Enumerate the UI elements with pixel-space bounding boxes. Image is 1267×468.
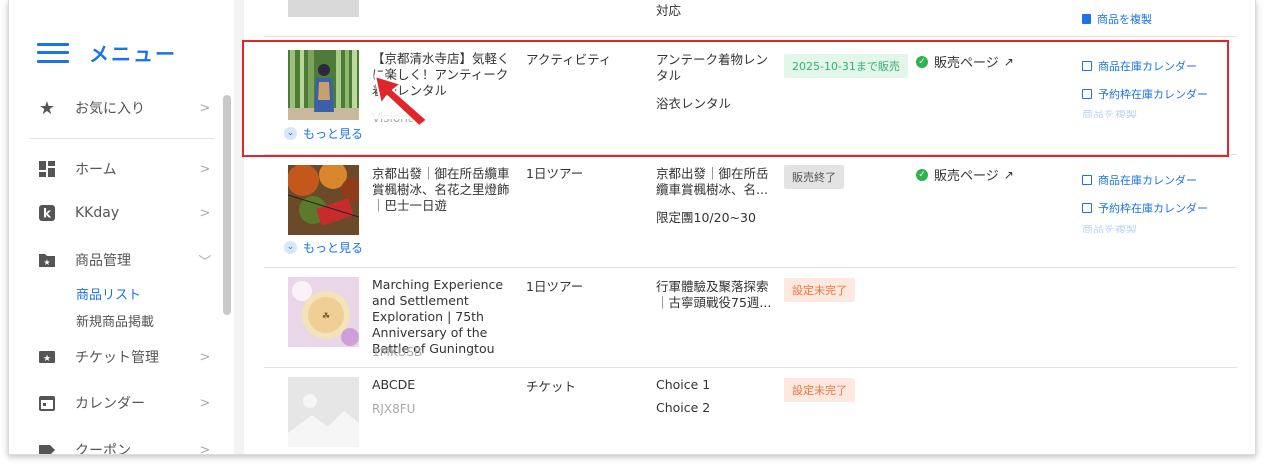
sidebar-item-label: お気に入り [75, 101, 145, 117]
table-row: ☘ Marching Experience and Settlement Exp… [264, 268, 1237, 368]
sidebar-item-ticket-management[interactable]: ★ チケット管理 > [37, 342, 212, 372]
duplicate-product-link[interactable]: 商品を複製 [1082, 11, 1152, 27]
plan-name: Choice 2 [656, 400, 711, 415]
menu-header[interactable]: メニュー [37, 38, 177, 67]
product-icon: ★ [37, 250, 57, 270]
ticket-icon: ★ [37, 347, 57, 367]
text-fade [364, 217, 514, 229]
table-row: 京都出發｜御在所岳纜車賞楓樹冰、名花之里燈飾｜巴士一日遊 1日ツアー 京都出發｜… [264, 155, 1237, 268]
chevron-right-icon: > [199, 161, 211, 177]
menu-title: メニュー [89, 42, 177, 66]
status-badge: 設定未完了 [784, 278, 855, 302]
svg-text:★: ★ [43, 354, 51, 364]
star-icon: ★ [38, 97, 56, 119]
category-cell: チケット [526, 379, 577, 394]
chevron-right-icon: > [199, 205, 211, 221]
sidebar-item-label: クーポン [75, 443, 131, 455]
svg-text:k: k [43, 207, 52, 221]
dashboard-icon [37, 159, 57, 179]
external-link-icon [1082, 175, 1092, 185]
external-link-icon [1082, 203, 1092, 213]
plan-name: 京都出發｜御在所岳纜車賞楓樹冰、名... [656, 166, 769, 197]
product-code: RJX8FU [372, 402, 416, 416]
show-more-button[interactable]: ⌄ もっと見る [284, 239, 363, 256]
sidebar-item-label: チケット管理 [75, 350, 159, 366]
reservation-stock-calendar-link[interactable]: 予約枠在庫カレンダー [1082, 200, 1208, 216]
status-badge: 販売終了 [784, 165, 844, 189]
category-cell: 1日ツアー [526, 279, 584, 294]
app-window: メニュー ★ お気に入り > ホーム > k KKday > ★ 商品管理 ﹀ … [8, 0, 1256, 455]
sidebar-item-coupon[interactable]: クーポン > [37, 435, 212, 455]
chevron-down-icon: ﹀ [198, 254, 212, 270]
sidebar-item-kkday[interactable]: k KKday > [37, 198, 212, 228]
sales-page-link[interactable]: ✓ 販売ページ ↗ [916, 165, 1014, 184]
kkday-logo-icon: k [37, 203, 57, 223]
sidebar-item-label: ホーム [75, 162, 117, 178]
category-cell: 1日ツアー [526, 166, 584, 181]
product-stock-calendar-link[interactable]: 商品在庫カレンダー [1082, 172, 1197, 188]
sidebar-item-label: カレンダー [75, 396, 145, 412]
sidebar-item-product-management[interactable]: ★ 商品管理 ﹀ [37, 245, 212, 275]
svg-text:☘: ☘ [322, 312, 330, 322]
sidebar-item-label: KKday [75, 205, 120, 221]
coupon-icon [37, 440, 57, 454]
check-circle-icon: ✓ [916, 168, 928, 181]
product-thumbnail[interactable]: ☘ [288, 277, 359, 347]
plan-name: 限定團10/20~30 [656, 210, 756, 225]
product-name[interactable]: 京都出發｜御在所岳纜車賞楓樹冰、名花之里燈飾｜巴士一日遊 [372, 166, 512, 214]
sidebar: メニュー ★ お気に入り > ホーム > k KKday > ★ 商品管理 ﹀ … [9, 0, 234, 455]
sidebar-item-home[interactable]: ホーム > [37, 154, 212, 184]
table-row: ABCDE RJX8FU チケット Choice 1 Choice 2 設定未完… [264, 368, 1237, 454]
divider [29, 138, 214, 139]
product-code: 1MKUSB [372, 345, 423, 359]
duplicate-product-link[interactable]: 商品を複製 [1082, 225, 1137, 233]
plan-name: 行軍體驗及聚落探索｜古寧頭戰役75週... [656, 279, 772, 310]
external-link-icon: ↗ [1003, 167, 1014, 182]
product-name[interactable]: ABCDE [372, 377, 415, 393]
sidebar-item-label: 商品管理 [75, 253, 131, 269]
hamburger-icon[interactable] [37, 42, 69, 63]
chevron-down-icon: ⌄ [284, 241, 297, 254]
annotation-arrow-icon [374, 75, 428, 127]
chevron-right-icon: > [199, 442, 211, 455]
sidebar-subitem-new-product[interactable]: 新規商品掲載 [76, 311, 154, 330]
product-thumbnail [288, 0, 359, 17]
chevron-right-icon: > [199, 349, 211, 365]
sidebar-item-favorites[interactable]: ★ お気に入り > [37, 93, 212, 123]
copy-icon [1082, 14, 1091, 24]
svg-text:★: ★ [43, 258, 50, 267]
sidebar-subitem-product-list[interactable]: 商品リスト [76, 284, 141, 303]
status-badge: 設定未完了 [784, 378, 855, 402]
product-thumbnail[interactable] [287, 161, 365, 235]
sidebar-scrollbar[interactable] [223, 95, 231, 315]
sidebar-item-calendar[interactable]: カレンダー > [37, 388, 212, 418]
chevron-right-icon: > [199, 395, 211, 411]
table-row: 対応 商品を複製 [264, 0, 1237, 37]
chevron-right-icon: > [199, 100, 211, 116]
plan-name: Choice 1 [656, 377, 711, 392]
calendar-icon [37, 393, 57, 413]
product-thumbnail-placeholder[interactable] [288, 377, 359, 447]
category-cell: 対応 [656, 3, 682, 18]
